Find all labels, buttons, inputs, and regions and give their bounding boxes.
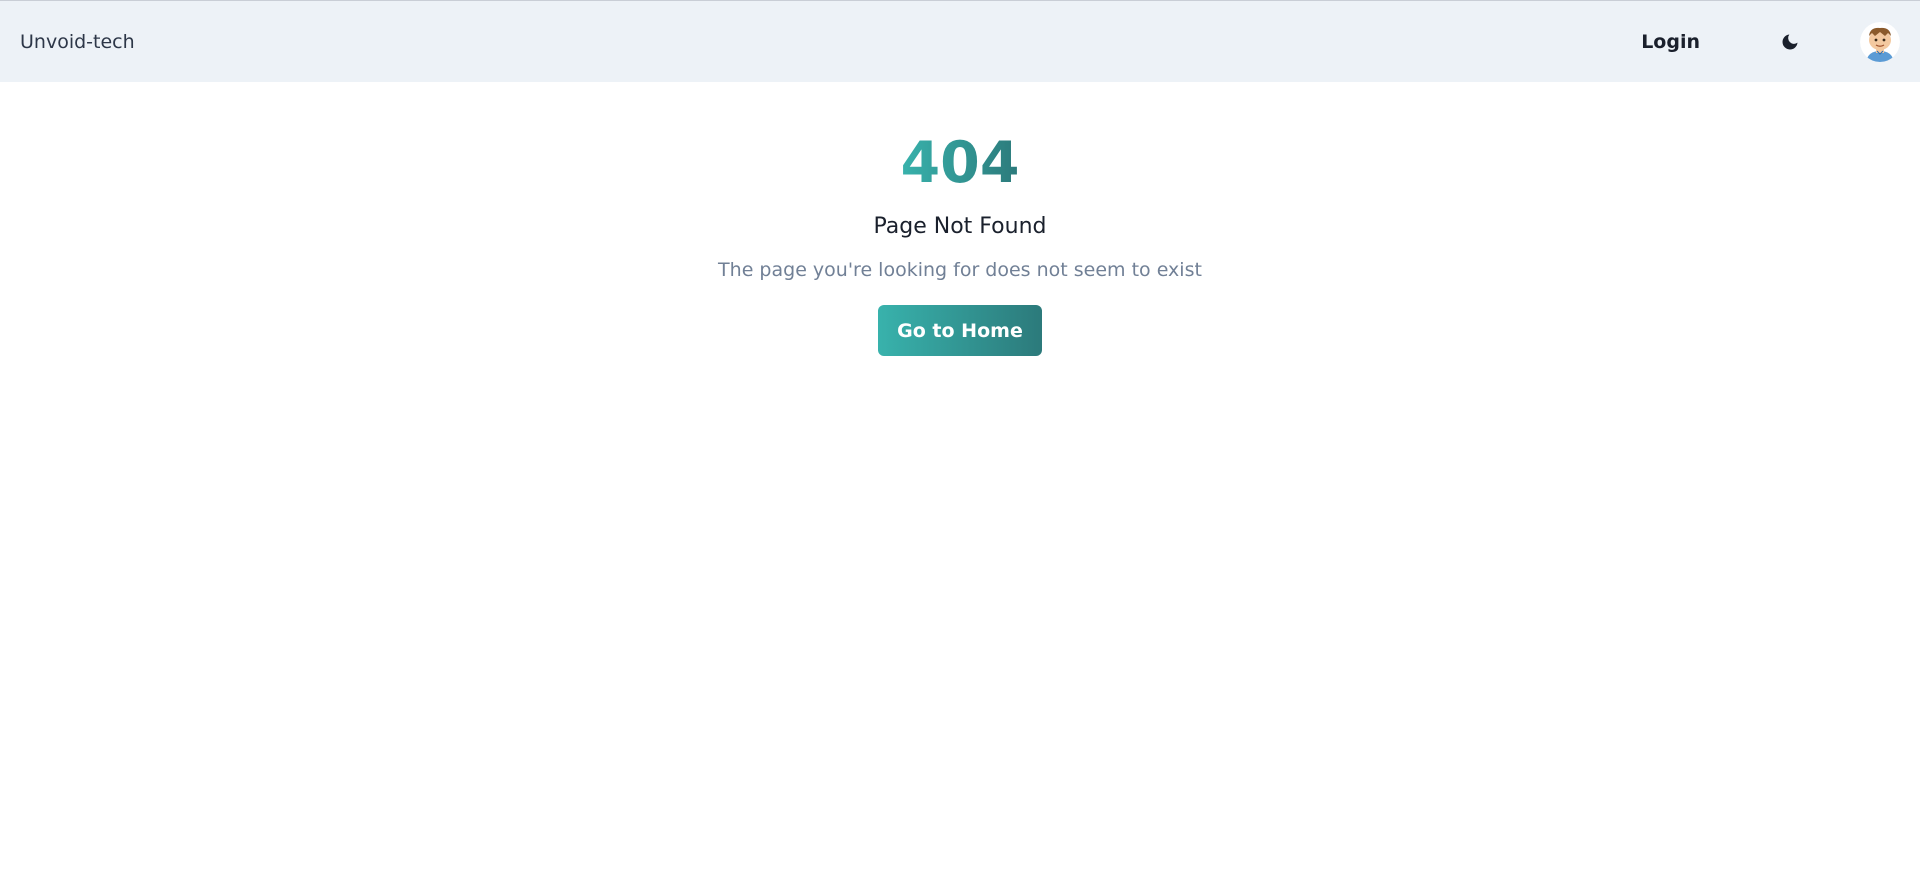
login-link[interactable]: Login [1641,31,1700,53]
error-content: 404 Page Not Found The page you're looki… [0,82,1920,356]
error-code: 404 [900,130,1020,196]
theme-toggle-button[interactable] [1770,22,1810,62]
avatar-icon [1860,21,1900,62]
moon-icon [1782,34,1798,49]
go-home-button[interactable]: Go to Home [878,305,1042,356]
navbar: Unvoid-tech Login [0,1,1920,82]
error-description: The page you're looking for does not see… [718,259,1202,281]
error-title: Page Not Found [873,214,1047,239]
avatar[interactable] [1860,21,1900,62]
navbar-actions: Login [1641,1,1900,82]
brand-link[interactable]: Unvoid-tech [20,31,135,53]
